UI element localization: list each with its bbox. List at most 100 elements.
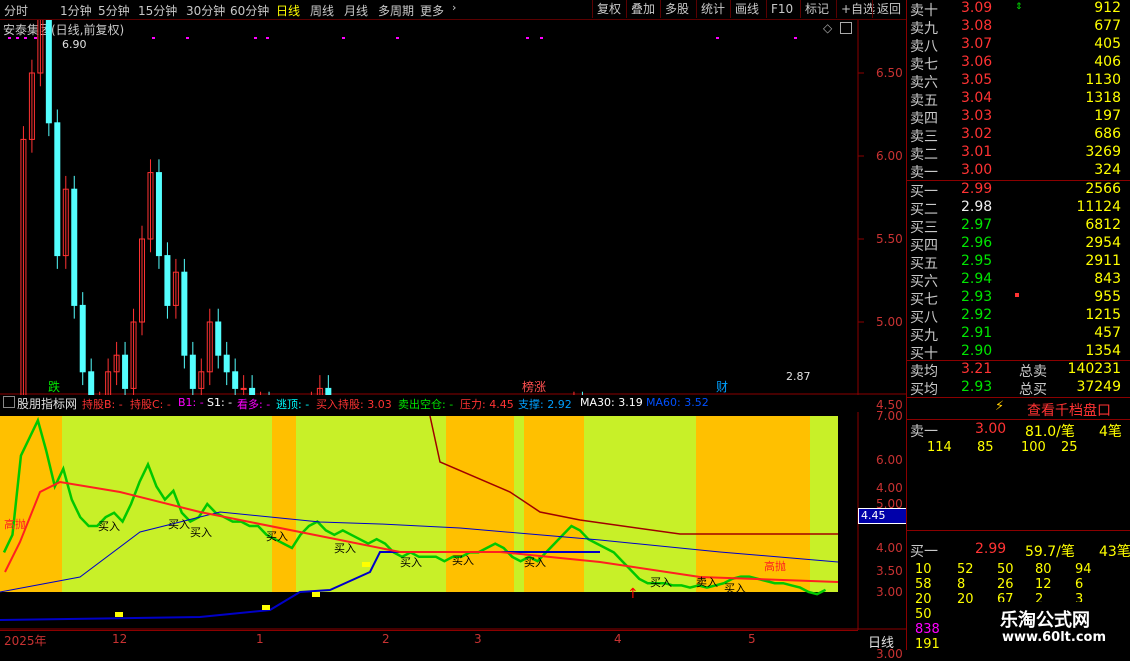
tab-9[interactable]: 多周期: [378, 2, 414, 19]
signal-dot: [186, 37, 189, 39]
bid-row[interactable]: 买九 2.91 457: [907, 325, 1130, 344]
tab-2[interactable]: 5分钟: [98, 2, 130, 19]
ask-label: 卖六: [910, 75, 938, 91]
tab-0[interactable]: 分时: [4, 2, 28, 19]
candle-body: [240, 387, 247, 390]
bid-row[interactable]: 买七 2.93 955: [907, 289, 1130, 308]
indicator-param: 逃顶: -: [276, 398, 310, 411]
signal-dot: [716, 37, 719, 39]
queue-buy-volume: 838: [915, 622, 940, 637]
indicator-tick-label: 6.00: [876, 453, 903, 467]
price-tick-label: 3.00: [876, 647, 903, 661]
indicator-dropdown-icon[interactable]: [3, 396, 15, 408]
bid-volume: 1354: [1085, 343, 1121, 359]
toolbar-button-1[interactable]: 叠加: [626, 0, 659, 18]
toolbar-button-5[interactable]: F10: [766, 0, 797, 18]
indicator-param: 压力: 4.45: [460, 398, 514, 411]
bid-price: 2.98: [961, 199, 993, 215]
ask-row[interactable]: 卖一 3.00 324: [907, 162, 1130, 181]
candle-body: [249, 387, 256, 395]
bid-price: 2.99: [961, 181, 993, 197]
queue-sell-volume: 25: [1061, 440, 1078, 455]
view-depth-label[interactable]: 查看千档盘口: [1027, 400, 1111, 420]
ask-row[interactable]: 卖八 3.07 405: [907, 36, 1130, 55]
toolbar-button-0[interactable]: 复权: [592, 0, 625, 18]
bid-label: 买二: [910, 202, 938, 218]
candle-body: [181, 271, 188, 356]
queue-sell-count: 4笔: [1099, 424, 1122, 440]
candle-body: [189, 354, 196, 389]
tab-4[interactable]: 30分钟: [186, 2, 225, 19]
ask-row[interactable]: 卖五 3.04 1318: [907, 90, 1130, 109]
bid-price: 2.96: [961, 235, 993, 251]
ask-label: 卖一: [910, 165, 938, 181]
queue-sell-volume: 114: [927, 440, 952, 455]
view-depth-button[interactable]: ⚡ 查看千档盘口: [907, 398, 1130, 420]
ask-row[interactable]: 卖二 3.01 3269: [907, 144, 1130, 163]
bid-row[interactable]: 买四 2.96 2954: [907, 235, 1130, 254]
queue-buy-volume: 20: [957, 592, 974, 607]
bid-row[interactable]: 买三 2.97 6812: [907, 217, 1130, 236]
toolbar-button-6[interactable]: 标记: [800, 0, 833, 18]
chart-marker: 榜涨: [522, 380, 547, 394]
candle-body: [54, 122, 61, 257]
bid-row[interactable]: 买一 2.99 2566: [907, 181, 1130, 200]
ask-row[interactable]: 卖七 3.06 406: [907, 54, 1130, 73]
more-chevron-icon[interactable]: ›: [452, 1, 456, 14]
tab-8[interactable]: 月线: [344, 2, 368, 19]
bid-price: 2.94: [961, 271, 993, 287]
queue-sell-label: 卖一: [910, 424, 938, 440]
bid-row[interactable]: 买十 2.90 1354: [907, 343, 1130, 362]
price-chart[interactable]: [0, 20, 906, 395]
signal-label: 高抛: [4, 518, 26, 531]
ask-row[interactable]: 卖九 3.08 677: [907, 18, 1130, 37]
ask-row[interactable]: 卖六 3.05 1130: [907, 72, 1130, 91]
indicator-chart[interactable]: ↑: [0, 412, 906, 630]
bid-label: 买一: [910, 184, 938, 200]
signal-dot: [540, 37, 543, 39]
ask-label: 卖九: [910, 21, 938, 37]
bid-label: 买三: [910, 220, 938, 236]
price-tick-label: 4.50: [876, 398, 903, 412]
bid-price: 2.93: [961, 289, 993, 305]
toolbar-button-4[interactable]: 画线: [730, 0, 763, 18]
signal-label: 买入: [650, 576, 672, 589]
toolbar-button-8[interactable]: 返回: [872, 0, 905, 18]
bid-row[interactable]: 买八 2.92 1215: [907, 307, 1130, 326]
bid-row[interactable]: 买六 2.94 843: [907, 271, 1130, 290]
signal-label: 卖入: [696, 576, 718, 589]
bid-label: 买九: [910, 328, 938, 344]
ask-price: 3.04: [961, 90, 993, 106]
tab-7[interactable]: 周线: [310, 2, 334, 19]
queue-buy-volume: 52: [957, 562, 974, 577]
signal-block: [362, 562, 370, 567]
tab-5[interactable]: 60分钟: [230, 2, 269, 19]
signal-label: 买入: [524, 556, 546, 569]
ask-label: 卖八: [910, 39, 938, 55]
bid-volume: 955: [1094, 289, 1121, 305]
order-book: 卖十 3.09 912 卖九 3.08 677 卖八 3.07 405 卖七 3.06 406 卖六 3.…: [906, 0, 1130, 652]
bid-row[interactable]: 买二 2.98 11124: [907, 199, 1130, 218]
price-tick-label: 5.00: [876, 315, 903, 329]
toolbar-button-3[interactable]: 统计: [696, 0, 729, 18]
up-arrow-icon: ↑: [627, 586, 639, 602]
price-tick-label: 5.50: [876, 232, 903, 246]
bid-row[interactable]: 买五 2.95 2911: [907, 253, 1130, 272]
queue-buy-label: 买一: [910, 544, 938, 560]
date-axis: 2025年 12 1 2 3 4 5: [0, 630, 858, 651]
tab-3[interactable]: 15分钟: [138, 2, 177, 19]
low-price-label: 2.87: [786, 370, 811, 383]
tab-10[interactable]: 更多: [420, 2, 444, 19]
candle-body: [79, 304, 86, 373]
indicator-name[interactable]: 股朋指标网: [17, 395, 77, 412]
queue-sell-price: 3.00: [975, 421, 1007, 437]
indicator-param: 支撑: 2.92: [518, 398, 572, 411]
signal-dot: [16, 37, 19, 39]
toolbar-button-2[interactable]: 多股: [660, 0, 693, 18]
tab-1[interactable]: 1分钟: [60, 2, 92, 19]
bid-label: 买四: [910, 238, 938, 254]
signal-dot: [526, 37, 529, 39]
tab-6[interactable]: 日线: [276, 2, 300, 19]
ask-row[interactable]: 卖四 3.03 197: [907, 108, 1130, 127]
ask-row[interactable]: 卖三 3.02 686: [907, 126, 1130, 145]
